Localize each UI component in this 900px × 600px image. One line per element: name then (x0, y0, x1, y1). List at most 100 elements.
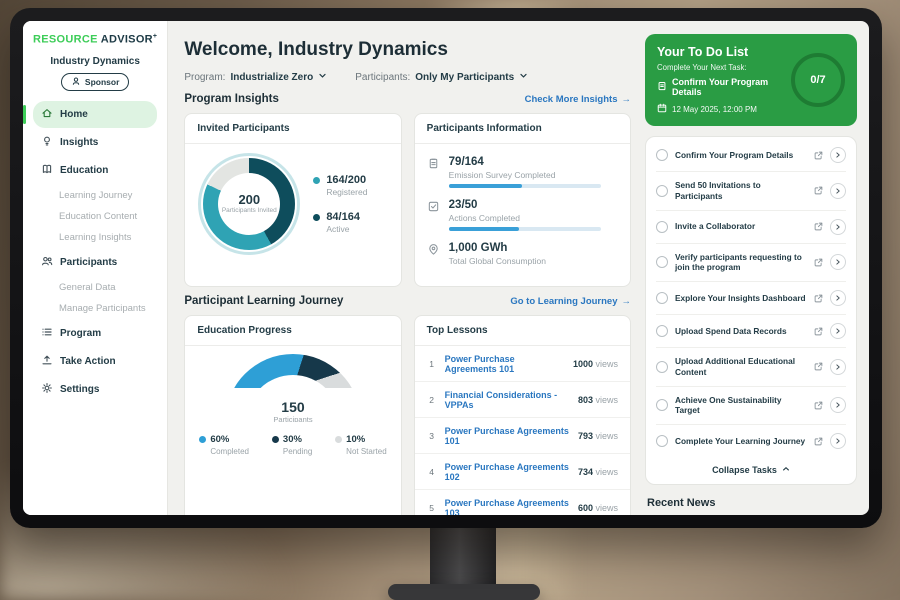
logo-advisor: ADVISOR (101, 34, 153, 46)
checkbox-icon[interactable] (656, 185, 668, 197)
recent-news-title: Recent News (645, 497, 857, 509)
checkbox-icon[interactable] (656, 221, 668, 233)
program-label: Program: (184, 72, 225, 83)
sidebar-item-program[interactable]: Program (33, 320, 157, 347)
lesson-link[interactable]: Power Purchase Agreements 102 (445, 462, 570, 482)
sidebar-item-settings[interactable]: Settings (33, 376, 157, 403)
stat-value: 23/50 (449, 199, 601, 211)
todo-column: Your To Do List Complete Your Next Task:… (645, 21, 869, 515)
todo-next-task[interactable]: Confirm Your Program Details (657, 77, 783, 97)
collapse-tasks-link[interactable]: Collapse Tasks (656, 457, 846, 480)
registered-label: Registered (326, 187, 367, 197)
chevron-right-icon[interactable] (830, 397, 846, 413)
sidebar-item-label: Home (60, 109, 88, 120)
dashboard-screen: RESOURCE ADVISOR+ Industry Dynamics Spon… (23, 21, 869, 515)
check-more-insights-link[interactable]: Check More Insights → (525, 94, 631, 105)
task-label: Verify participants requesting to join t… (675, 252, 807, 274)
task-item[interactable]: Explore Your Insights Dashboard (656, 282, 846, 315)
clipboard-icon (657, 81, 667, 93)
chevron-right-icon[interactable] (830, 183, 846, 199)
sidebar-item-learning-insights[interactable]: Learning Insights (33, 227, 157, 248)
sidebar-item-label: Participants (60, 257, 117, 268)
lesson-row: 3 Power Purchase Agreements 101 793 view… (415, 418, 630, 454)
participants-information-card: Participants Information 79/164 Emission… (414, 113, 631, 287)
logo-resource: RESOURCE (33, 34, 98, 46)
lesson-link[interactable]: Financial Considerations - VPPAs (445, 390, 570, 410)
external-link-icon[interactable] (814, 186, 823, 195)
stat-label: Emission Survey Completed (449, 170, 601, 180)
registered-value: 164/200 (326, 174, 367, 186)
legend-dot (272, 436, 279, 443)
lesson-link[interactable]: Power Purchase Agreements 103 (445, 498, 570, 516)
clipboard-icon (427, 157, 440, 188)
stat-global-consumption: 1,000 GWh Total Global Consumption (427, 242, 618, 270)
task-item[interactable]: Complete Your Learning Journey (656, 425, 846, 457)
go-to-learning-journey-link[interactable]: Go to Learning Journey → (510, 296, 631, 307)
lesson-views: 803 (578, 395, 593, 405)
chevron-right-icon[interactable] (830, 323, 846, 339)
external-link-icon[interactable] (814, 294, 823, 303)
task-item[interactable]: Upload Spend Data Records (656, 315, 846, 348)
sidebar-item-general-data[interactable]: General Data (33, 277, 157, 298)
card-title: Top Lessons (415, 316, 630, 346)
views-suffix: views (595, 395, 618, 405)
external-link-icon[interactable] (814, 151, 823, 160)
sidebar-item-label: Take Action (60, 356, 116, 367)
checkbox-icon[interactable] (656, 361, 668, 373)
sidebar-item-take-action[interactable]: Take Action (33, 348, 157, 375)
task-item[interactable]: Verify participants requesting to join t… (656, 244, 846, 283)
task-item[interactable]: Confirm Your Program Details (656, 139, 846, 172)
chevron-right-icon[interactable] (830, 433, 846, 449)
external-link-icon[interactable] (814, 327, 823, 336)
chevron-right-icon[interactable] (830, 290, 846, 306)
lesson-link[interactable]: Power Purchase Agreements 101 (445, 426, 570, 446)
program-select[interactable]: Program: Industrialize Zero (184, 71, 327, 83)
sidebar-item-participants[interactable]: Participants (33, 249, 157, 276)
external-link-icon[interactable] (814, 401, 823, 410)
sidebar-item-learning-journey[interactable]: Learning Journey (33, 185, 157, 206)
checkbox-icon[interactable] (656, 435, 668, 447)
checkbox-icon[interactable] (656, 292, 668, 304)
people-icon (41, 255, 53, 270)
participants-select[interactable]: Participants: Only My Participants (355, 71, 528, 83)
stat-actions-completed: 23/50 Actions Completed (427, 199, 618, 231)
page-title: Welcome, Industry Dynamics (184, 39, 631, 61)
lesson-row: 4 Power Purchase Agreements 102 734 view… (415, 454, 630, 490)
progress-fill (449, 227, 519, 231)
logo-plus: + (153, 33, 157, 40)
sidebar-item-education[interactable]: Education (33, 157, 157, 184)
sidebar-item-manage-participants[interactable]: Manage Participants (33, 298, 157, 319)
checkbox-icon[interactable] (656, 256, 668, 268)
task-item[interactable]: Invite a Collaborator (656, 211, 846, 244)
lesson-rank: 2 (427, 395, 437, 405)
checkbox-icon[interactable] (656, 399, 668, 411)
external-link-icon[interactable] (814, 362, 823, 371)
chevron-right-icon[interactable] (830, 359, 846, 375)
donut-legend: 164/200 Registered 84/164 Active (313, 174, 367, 234)
sponsor-badge[interactable]: Sponsor (61, 73, 129, 91)
checkbox-icon[interactable] (656, 149, 668, 161)
chevron-right-icon[interactable] (830, 147, 846, 163)
stat-value: 1,000 GWh (449, 242, 546, 254)
sidebar-item-insights[interactable]: Insights (33, 129, 157, 156)
background-scene: RESOURCE ADVISOR+ Industry Dynamics Spon… (0, 0, 900, 600)
chevron-right-icon[interactable] (830, 219, 846, 235)
todo-title: Your To Do List (657, 45, 783, 59)
checkbox-icon[interactable] (656, 325, 668, 337)
chevron-right-icon[interactable] (830, 254, 846, 270)
lesson-link[interactable]: Power Purchase Agreements 101 (445, 354, 565, 374)
task-item[interactable]: Send 50 Invitations to Participants (656, 172, 846, 211)
external-link-icon[interactable] (814, 222, 823, 231)
external-link-icon[interactable] (814, 437, 823, 446)
task-item[interactable]: Achieve One Sustainability Target (656, 387, 846, 426)
legend-label: Pending (283, 447, 312, 456)
card-title: Invited Participants (185, 114, 400, 144)
monitor-bezel: RESOURCE ADVISOR+ Industry Dynamics Spon… (10, 8, 882, 528)
sidebar-item-home[interactable]: Home (33, 101, 157, 128)
sidebar-item-label: Insights (60, 137, 98, 148)
external-link-icon[interactable] (814, 258, 823, 267)
task-item[interactable]: Upload Additional Educational Content (656, 348, 846, 387)
filters-row: Program: Industrialize Zero Participants… (184, 71, 631, 83)
task-label: Explore Your Insights Dashboard (675, 293, 807, 304)
sidebar-item-education-content[interactable]: Education Content (33, 206, 157, 227)
